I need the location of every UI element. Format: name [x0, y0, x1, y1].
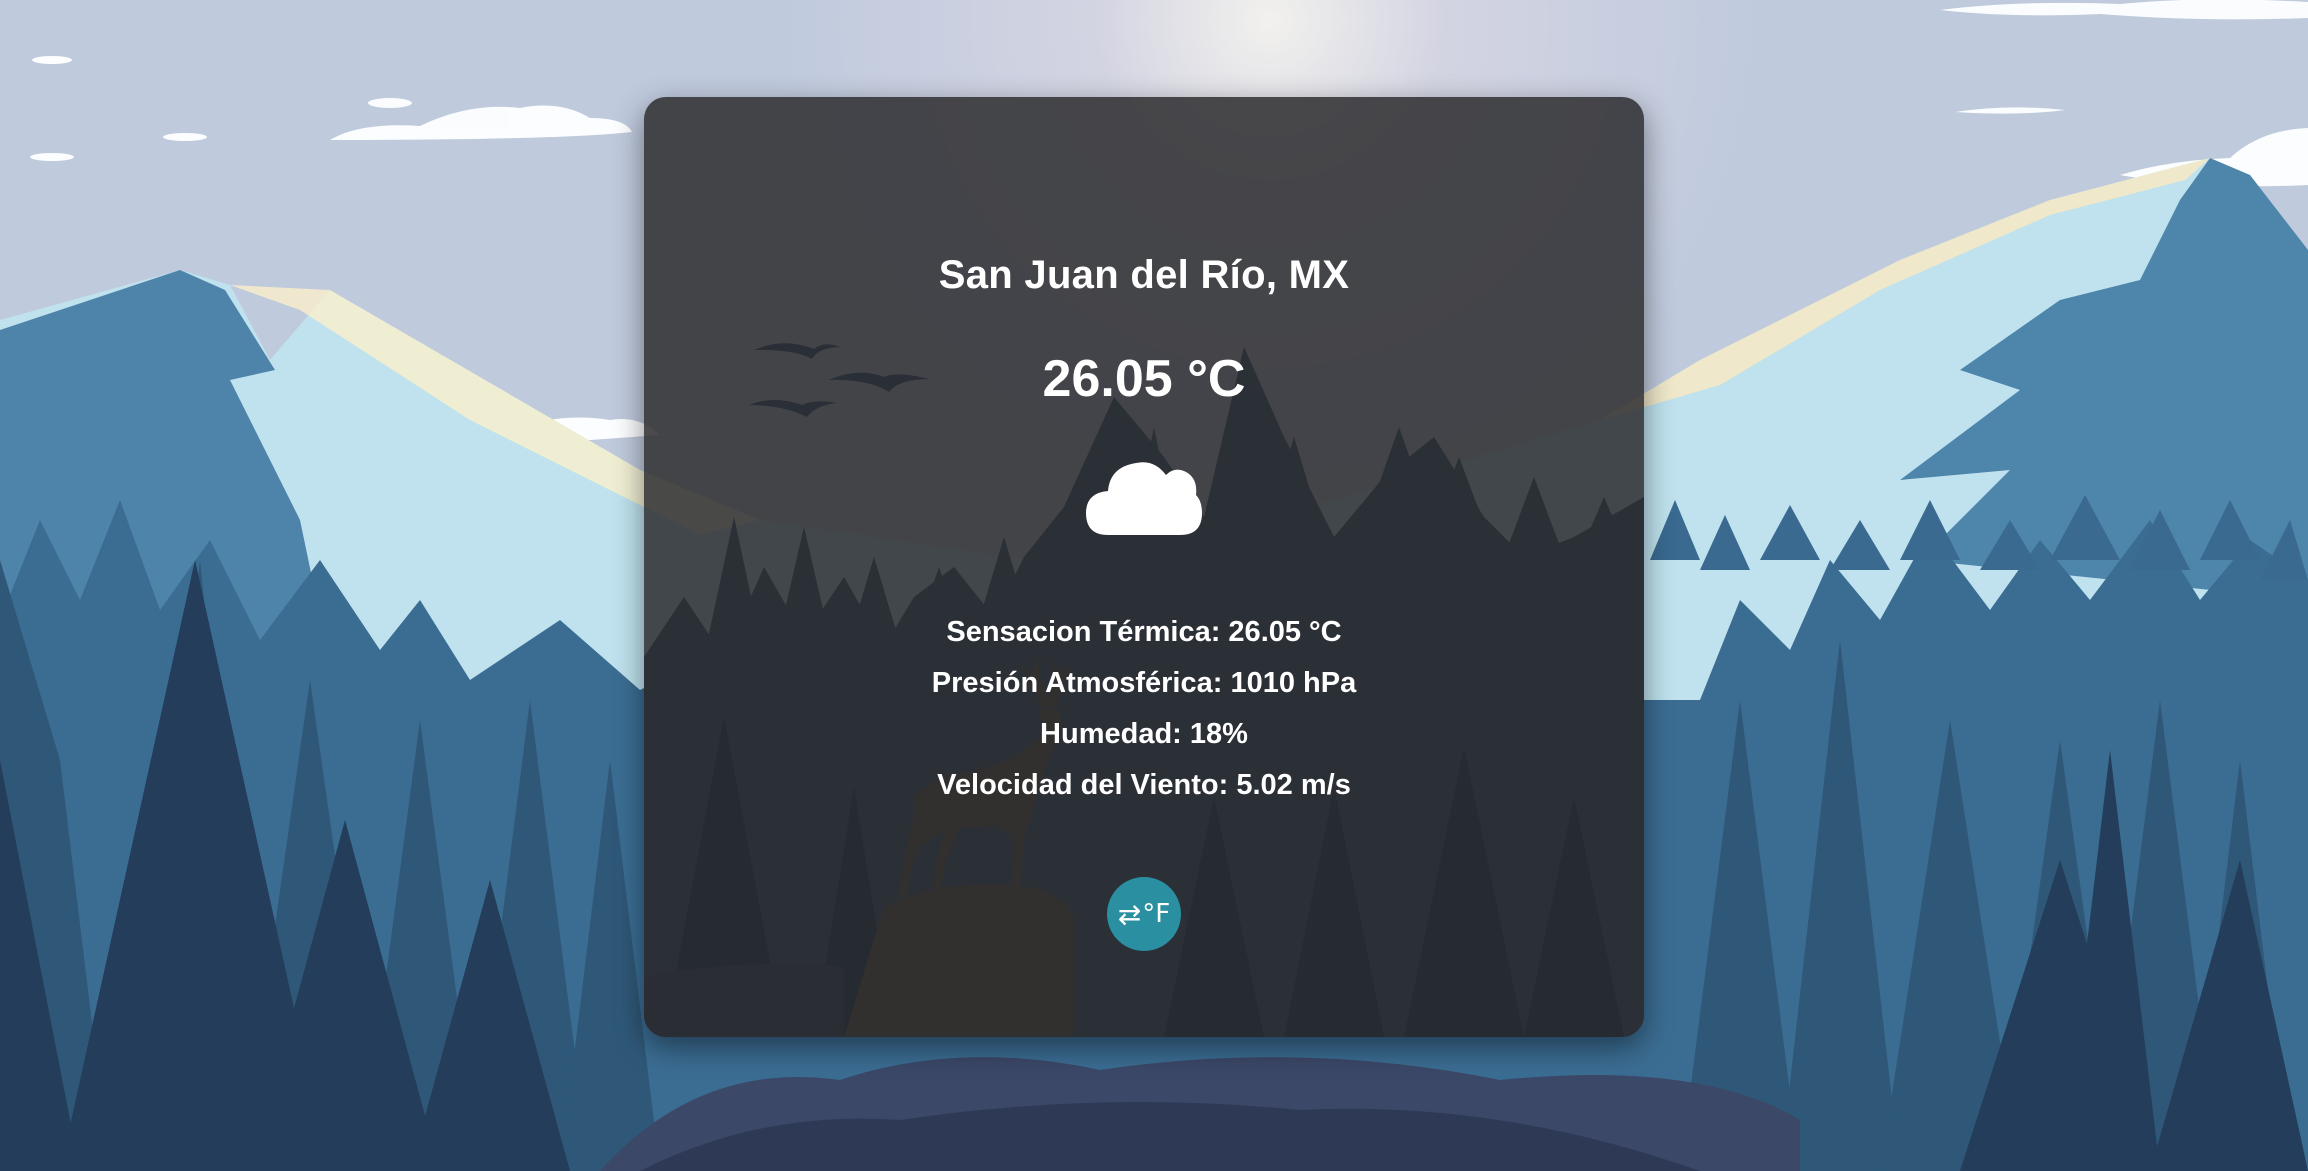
cloud-icon: [1086, 462, 1202, 535]
weather-details: Sensacion Térmica: 26.05 °C Presión Atmo…: [644, 607, 1644, 811]
temperature: 26.05 °C: [1042, 350, 1246, 408]
wind-speed: Velocidad del Viento: 5.02 m/s: [937, 769, 1351, 801]
weather-info: San Juan del Río, MX 26.05 °C Sensacion …: [644, 97, 1644, 1037]
feels-like: Sensacion Térmica: 26.05 °C: [946, 616, 1342, 648]
unit-toggle-button[interactable]: ⇄ °F: [1107, 877, 1181, 951]
weather-card: San Juan del Río, MX 26.05 °C Sensacion …: [644, 97, 1644, 1037]
swap-arrows-icon: ⇄: [1117, 897, 1142, 931]
weather-app: San Juan del Río, MX 26.05 °C Sensacion …: [0, 0, 2308, 1171]
pressure: Presión Atmosférica: 1010 hPa: [931, 667, 1357, 699]
city-name: San Juan del Río, MX: [938, 253, 1350, 297]
unit-label: °F: [1142, 899, 1171, 929]
humidity: Humedad: 18%: [1040, 718, 1248, 750]
